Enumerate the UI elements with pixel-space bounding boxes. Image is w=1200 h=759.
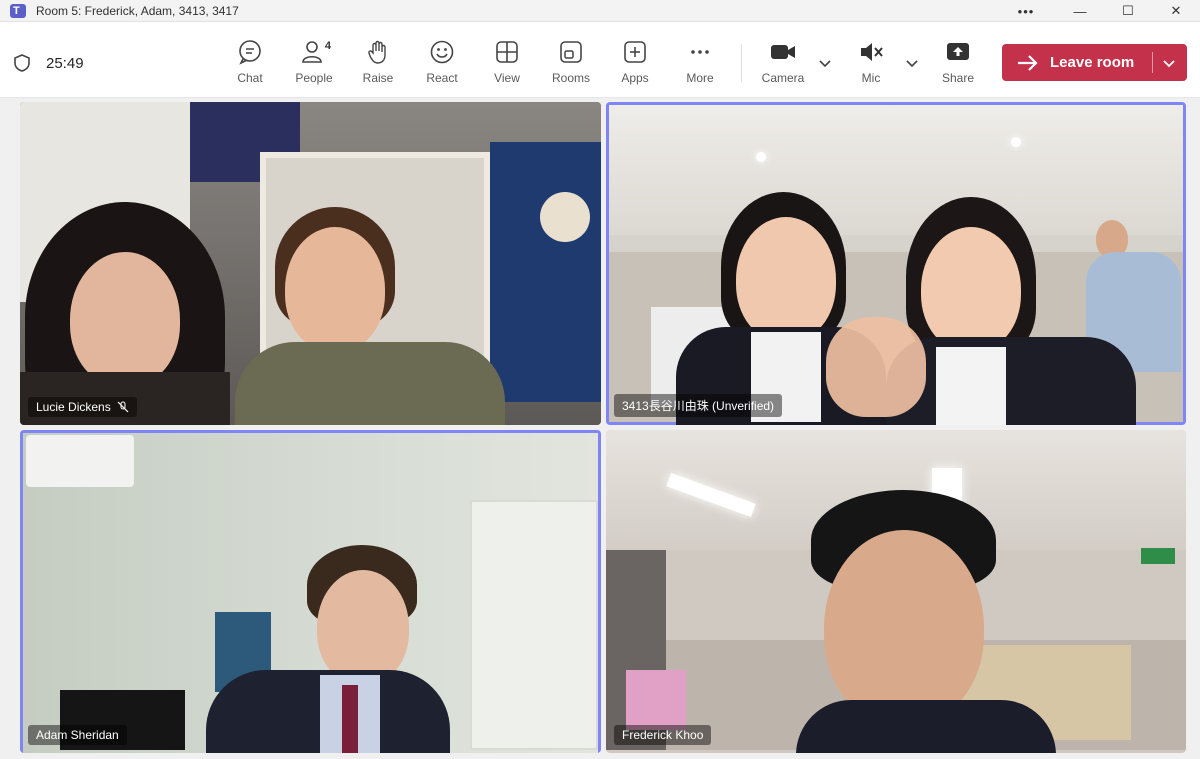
chat-label: Chat xyxy=(237,71,263,85)
raise-hand-button[interactable]: Raise xyxy=(350,38,406,90)
view-button[interactable]: View xyxy=(479,38,535,90)
participant-name-tag: Adam Sheridan xyxy=(28,725,127,745)
person-face xyxy=(285,227,385,352)
apps-label: Apps xyxy=(621,71,649,85)
leave-room-label: Leave room xyxy=(1050,54,1135,71)
pink-boxes xyxy=(626,670,686,730)
camera-label: Camera xyxy=(761,71,805,85)
more-button[interactable]: More xyxy=(672,38,728,90)
raise-label: Raise xyxy=(362,71,394,85)
apps-button[interactable]: Apps xyxy=(607,38,663,90)
grid-icon xyxy=(496,41,518,63)
smiley-icon xyxy=(430,40,454,64)
video-tile-3413[interactable]: 3413長谷川由珠 (Unverified) xyxy=(606,102,1186,425)
share-icon xyxy=(947,43,969,60)
people-icon xyxy=(302,41,322,63)
person-face xyxy=(921,227,1021,352)
air-conditioner xyxy=(26,435,134,487)
participant-name-tag: Frederick Khoo xyxy=(614,725,712,745)
participant-name: Frederick Khoo xyxy=(622,728,704,742)
raise-hand-icon xyxy=(368,40,386,64)
leave-options-chevron-icon[interactable] xyxy=(1162,56,1176,70)
window-title: Room 5: Frederick, Adam, 3413, 3417 xyxy=(36,3,239,18)
teams-app-icon xyxy=(10,3,26,18)
waving-hand xyxy=(826,317,926,417)
mic-label: Mic xyxy=(861,71,881,85)
rooms-label: Rooms xyxy=(551,71,590,85)
leave-arrow-icon xyxy=(1018,54,1038,71)
close-button[interactable]: ✕ xyxy=(1152,0,1200,22)
title-bar: Room 5: Frederick, Adam, 3413, 3417 ••• … xyxy=(0,0,1200,22)
person-face xyxy=(70,252,180,387)
person-face xyxy=(824,530,984,725)
meeting-toolbar: 25:49 Chat 4 People Raise React View Roo… xyxy=(0,22,1200,98)
more-label: More xyxy=(686,71,714,85)
paper-fan xyxy=(540,192,590,242)
mic-button[interactable]: Mic xyxy=(843,38,899,90)
people-button[interactable]: 4 People xyxy=(286,38,342,90)
mic-options-chevron-icon[interactable] xyxy=(905,56,919,70)
person-face xyxy=(317,570,409,685)
rooms-icon xyxy=(560,41,582,63)
video-tile-lucie-dickens[interactable]: Lucie Dickens xyxy=(20,102,601,425)
camera-icon xyxy=(771,45,795,59)
mic-muted-icon xyxy=(861,43,883,61)
more-dots-icon xyxy=(691,50,709,54)
video-tile-adam-sheridan[interactable]: Adam Sheridan xyxy=(20,430,601,753)
people-label: People xyxy=(295,71,333,85)
share-button[interactable]: Share xyxy=(930,38,986,90)
more-options-button[interactable]: ••• xyxy=(996,0,1056,22)
person-body xyxy=(796,700,1056,753)
react-label: React xyxy=(426,71,458,85)
tie xyxy=(342,685,358,753)
window-controls: ••• — ☐ ✕ xyxy=(996,0,1200,22)
participant-name: 3413長谷川由珠 (Unverified) xyxy=(622,399,775,413)
rooms-button[interactable]: Rooms xyxy=(543,38,599,90)
share-label: Share xyxy=(941,71,975,85)
view-label: View xyxy=(494,71,520,85)
chat-icon xyxy=(239,40,261,65)
participant-name-tag: Lucie Dickens xyxy=(28,397,137,417)
chat-button[interactable]: Chat xyxy=(222,38,278,90)
shield-icon xyxy=(14,54,30,72)
ceiling xyxy=(609,105,1183,235)
shirt xyxy=(936,347,1006,425)
people-count-badge: 4 xyxy=(324,40,331,52)
meeting-timer: 25:49 xyxy=(46,55,84,72)
door xyxy=(470,500,598,750)
participant-name: Lucie Dickens xyxy=(36,400,111,414)
apps-plus-icon xyxy=(624,41,646,63)
maximize-button[interactable]: ☐ xyxy=(1104,0,1152,22)
leave-room-button[interactable]: Leave room xyxy=(1002,44,1187,81)
ceiling-light xyxy=(1011,137,1021,147)
participant-name-tag: 3413長谷川由珠 (Unverified) xyxy=(614,394,783,417)
leave-divider xyxy=(1152,52,1153,73)
ceiling-light xyxy=(756,152,766,162)
person-body xyxy=(235,342,505,425)
video-tile-frederick-khoo[interactable]: Frederick Khoo xyxy=(606,430,1186,753)
poster xyxy=(490,142,601,402)
participant-name: Adam Sheridan xyxy=(36,728,119,742)
exit-sign xyxy=(1141,548,1175,564)
camera-button[interactable]: Camera xyxy=(755,38,811,90)
react-button[interactable]: React xyxy=(414,38,470,90)
toolbar-separator xyxy=(741,44,742,82)
person-face xyxy=(736,217,836,342)
camera-options-chevron-icon[interactable] xyxy=(818,56,832,70)
minimize-button[interactable]: — xyxy=(1056,0,1104,22)
muted-mic-icon xyxy=(117,401,129,413)
